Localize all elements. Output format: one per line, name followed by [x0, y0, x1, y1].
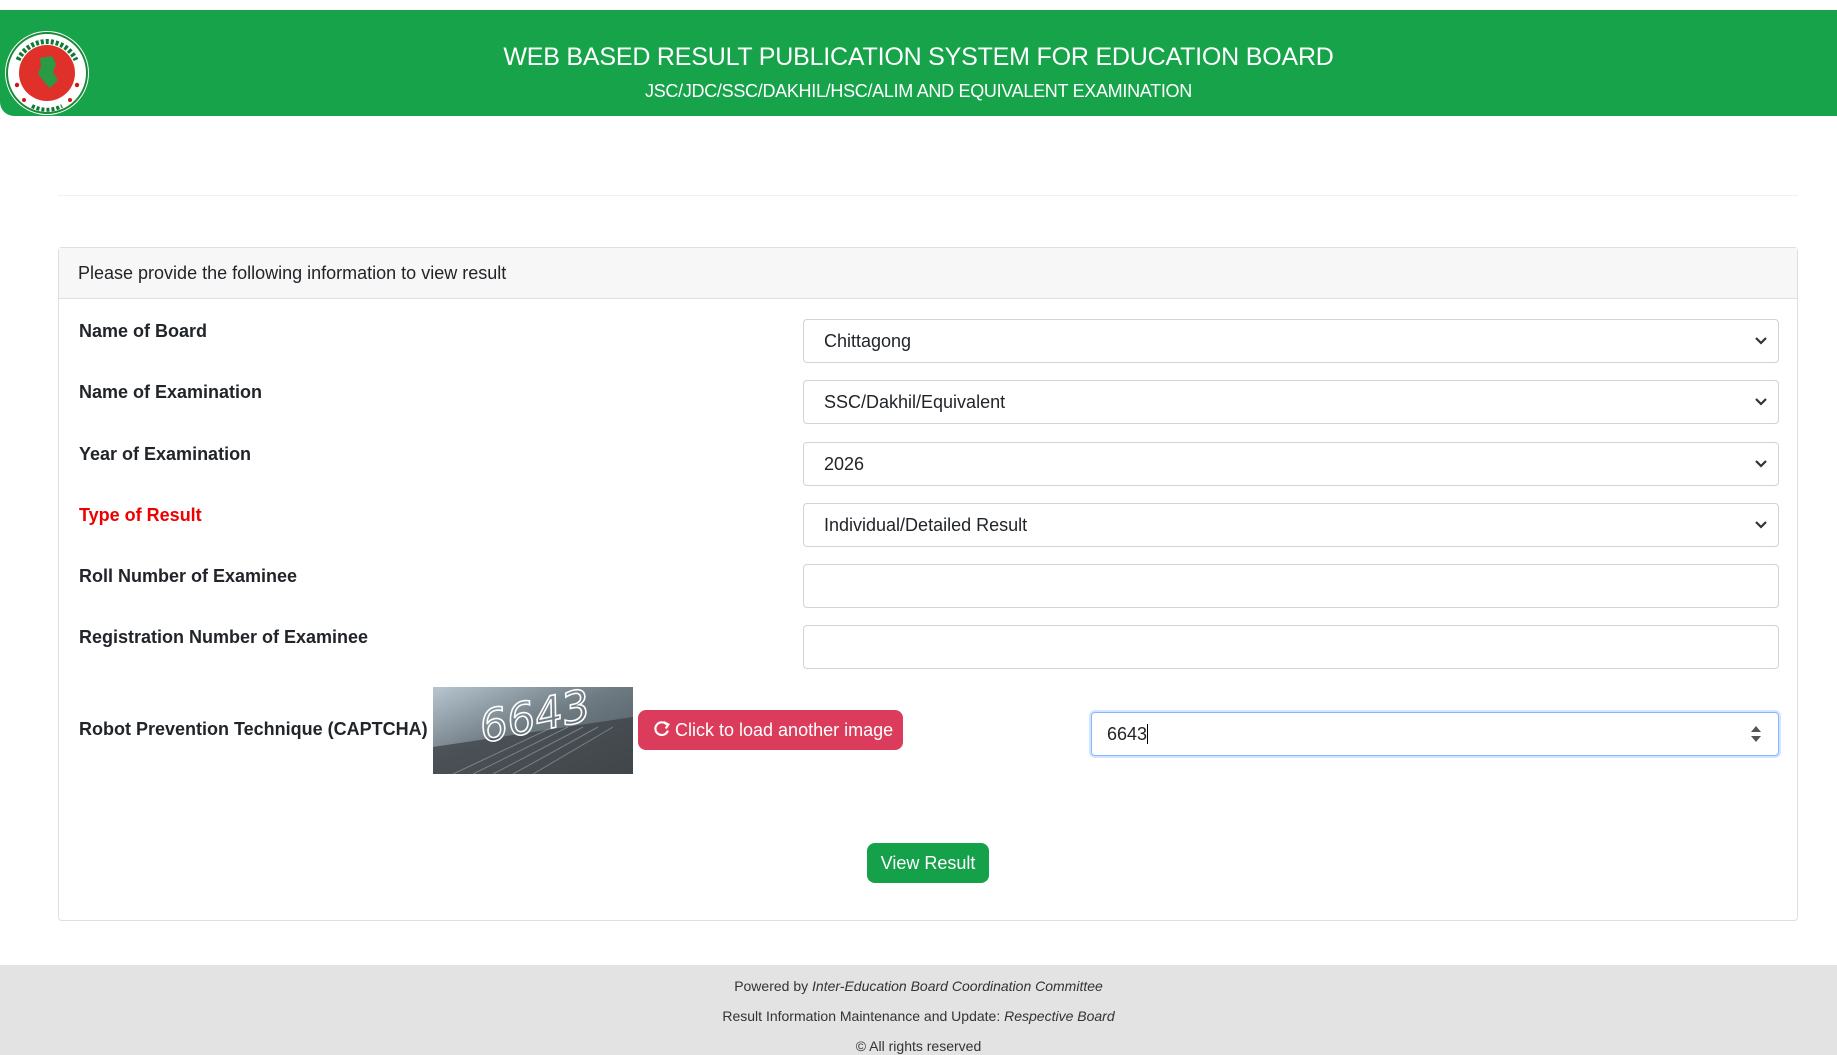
- exam-label: Name of Examination: [79, 382, 263, 402]
- footer-powered-org: Inter-Education Board Coordination Commi…: [812, 978, 1103, 994]
- footer-powered-prefix: Powered by: [734, 978, 813, 994]
- roll-label: Roll Number of Examinee: [79, 566, 298, 586]
- view-result-button[interactable]: View Result: [867, 843, 989, 883]
- reload-captcha-label: Click to load another image: [675, 720, 894, 740]
- reload-captcha-button[interactable]: Click to load another image: [638, 710, 903, 750]
- form-heading: Please provide the following information…: [59, 248, 1797, 299]
- year-select[interactable]: 2026: [803, 442, 1779, 486]
- chevron-down-icon: [1755, 521, 1767, 529]
- number-spinner-icon[interactable]: [1750, 723, 1762, 745]
- result-form-card: Please provide the following information…: [58, 247, 1798, 921]
- divider: [58, 195, 1798, 196]
- registration-input[interactable]: [803, 625, 1779, 669]
- result-type-select[interactable]: Individual/Detailed Result: [803, 503, 1779, 547]
- board-select[interactable]: Chittagong: [803, 319, 1779, 363]
- chevron-down-icon: [1755, 398, 1767, 406]
- refresh-icon: [654, 721, 670, 737]
- result-type-label: Type of Result: [79, 505, 202, 525]
- year-label: Year of Examination: [79, 444, 252, 464]
- page-subtitle: JSC/JDC/SSC/DAKHIL/HSC/ALIM AND EQUIVALE…: [645, 81, 1192, 101]
- page-title: WEB BASED RESULT PUBLICATION SYSTEM FOR …: [503, 43, 1334, 71]
- result-type-select-value: Individual/Detailed Result: [824, 515, 1028, 535]
- site-header: WEB BASED RESULT PUBLICATION SYSTEM FOR …: [0, 10, 1837, 116]
- footer-rights: © All rights reserved: [855, 1038, 982, 1054]
- footer-maintenance-org: Respective Board: [1004, 1008, 1115, 1024]
- exam-select-value: SSC/Dakhil/Equivalent: [824, 392, 1006, 412]
- site-footer: Powered by Inter-Education Board Coordin…: [0, 965, 1837, 1055]
- registration-label: Registration Number of Examinee: [79, 627, 369, 647]
- chevron-down-icon: [1755, 337, 1767, 345]
- text-cursor: [1147, 724, 1149, 744]
- roll-input[interactable]: [803, 564, 1779, 608]
- board-select-value: Chittagong: [824, 331, 912, 351]
- captcha-input[interactable]: 6643: [1091, 712, 1779, 756]
- captcha-input-value: 6643: [1107, 724, 1148, 744]
- captcha-image: 6643: [433, 687, 633, 774]
- captcha-label: Robot Prevention Technique (CAPTCHA): [79, 719, 428, 739]
- chevron-down-icon: [1755, 460, 1767, 468]
- board-label: Name of Board: [79, 321, 208, 341]
- footer-powered-by: Powered by Inter-Education Board Coordin…: [0, 978, 1837, 994]
- footer-maintenance-prefix: Result Information Maintenance and Updat…: [722, 1008, 1005, 1024]
- footer-maintenance: Result Information Maintenance and Updat…: [0, 1008, 1837, 1024]
- exam-select[interactable]: SSC/Dakhil/Equivalent: [803, 380, 1779, 424]
- year-select-value: 2026: [824, 454, 865, 474]
